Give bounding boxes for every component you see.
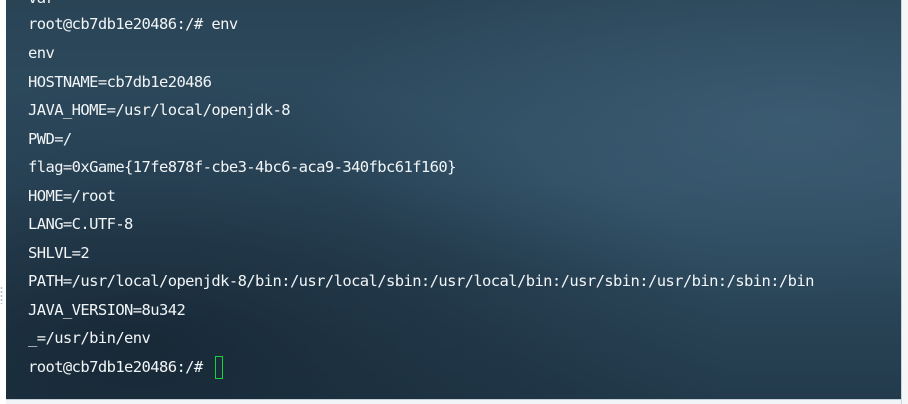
terminal-line: HOSTNAME=cb7db1e20486 bbox=[28, 73, 212, 91]
terminal-line: JAVA_HOME=/usr/local/openjdk-8 bbox=[28, 101, 291, 119]
terminal-window[interactable]: var root@cb7db1e20486:/# env env HOSTNAM… bbox=[0, 0, 908, 404]
terminal-line-scrolled: var bbox=[28, 0, 55, 8]
terminal-line-flag: flag=0xGame{17fe878f-cbe3-4bc6-aca9-340f… bbox=[28, 158, 456, 176]
terminal-cursor bbox=[215, 356, 223, 379]
terminal-line: LANG=C.UTF-8 bbox=[28, 215, 133, 233]
bottom-border bbox=[6, 399, 901, 404]
terminal-line: env bbox=[28, 44, 55, 62]
terminal-line-command: root@cb7db1e20486:/# env bbox=[28, 15, 238, 33]
resize-handle[interactable] bbox=[0, 286, 3, 304]
terminal-line: SHLVL=2 bbox=[28, 244, 90, 262]
terminal-output[interactable]: var root@cb7db1e20486:/# env env HOSTNAM… bbox=[6, 0, 901, 404]
window-scrollbar[interactable] bbox=[901, 0, 908, 404]
terminal-line: JAVA_VERSION=8u342 bbox=[28, 301, 186, 319]
terminal-line: HOME=/root bbox=[28, 187, 116, 205]
terminal-line: _=/usr/bin/env bbox=[28, 329, 151, 347]
terminal-prompt[interactable]: root@cb7db1e20486:/# bbox=[28, 357, 211, 377]
terminal-line-path: PATH=/usr/local/openjdk-8/bin:/usr/local… bbox=[28, 272, 814, 290]
terminal-line: PWD=/ bbox=[28, 130, 72, 148]
